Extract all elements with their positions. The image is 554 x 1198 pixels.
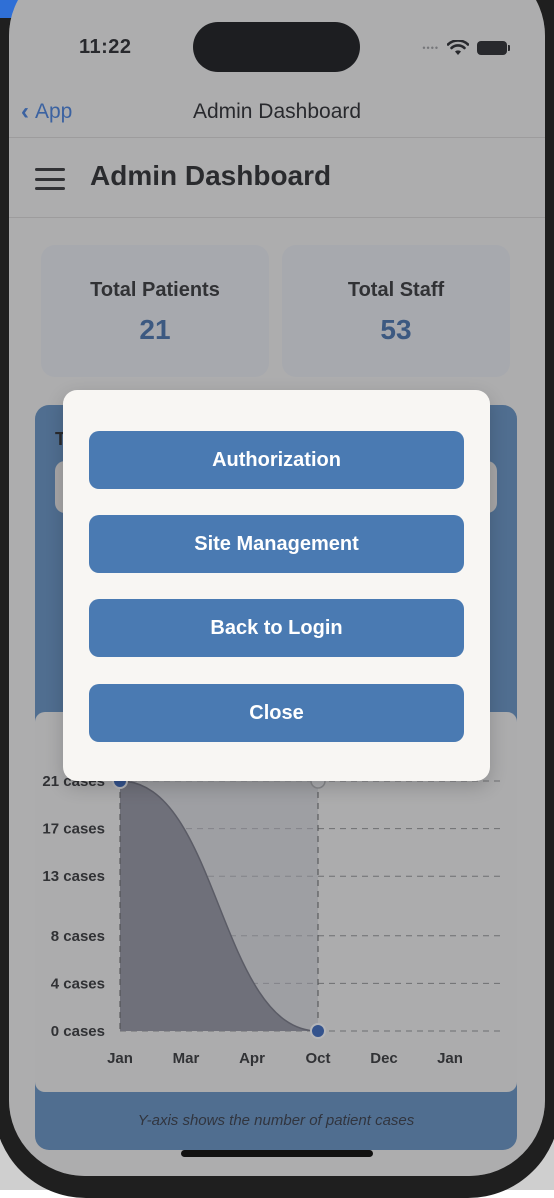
authorization-button[interactable]: Authorization	[89, 431, 464, 489]
device: 11:22 •••• ‹ App Admin Dashboard Admin D…	[0, 0, 554, 1198]
site-management-button[interactable]: Site Management	[89, 515, 464, 573]
close-button[interactable]: Close	[89, 684, 464, 742]
admin-menu-dialog: Authorization Site Management Back to Lo…	[63, 390, 490, 781]
screen: 11:22 •••• ‹ App Admin Dashboard Admin D…	[9, 0, 545, 1176]
back-to-login-button[interactable]: Back to Login	[89, 599, 464, 657]
home-indicator	[181, 1150, 373, 1157]
